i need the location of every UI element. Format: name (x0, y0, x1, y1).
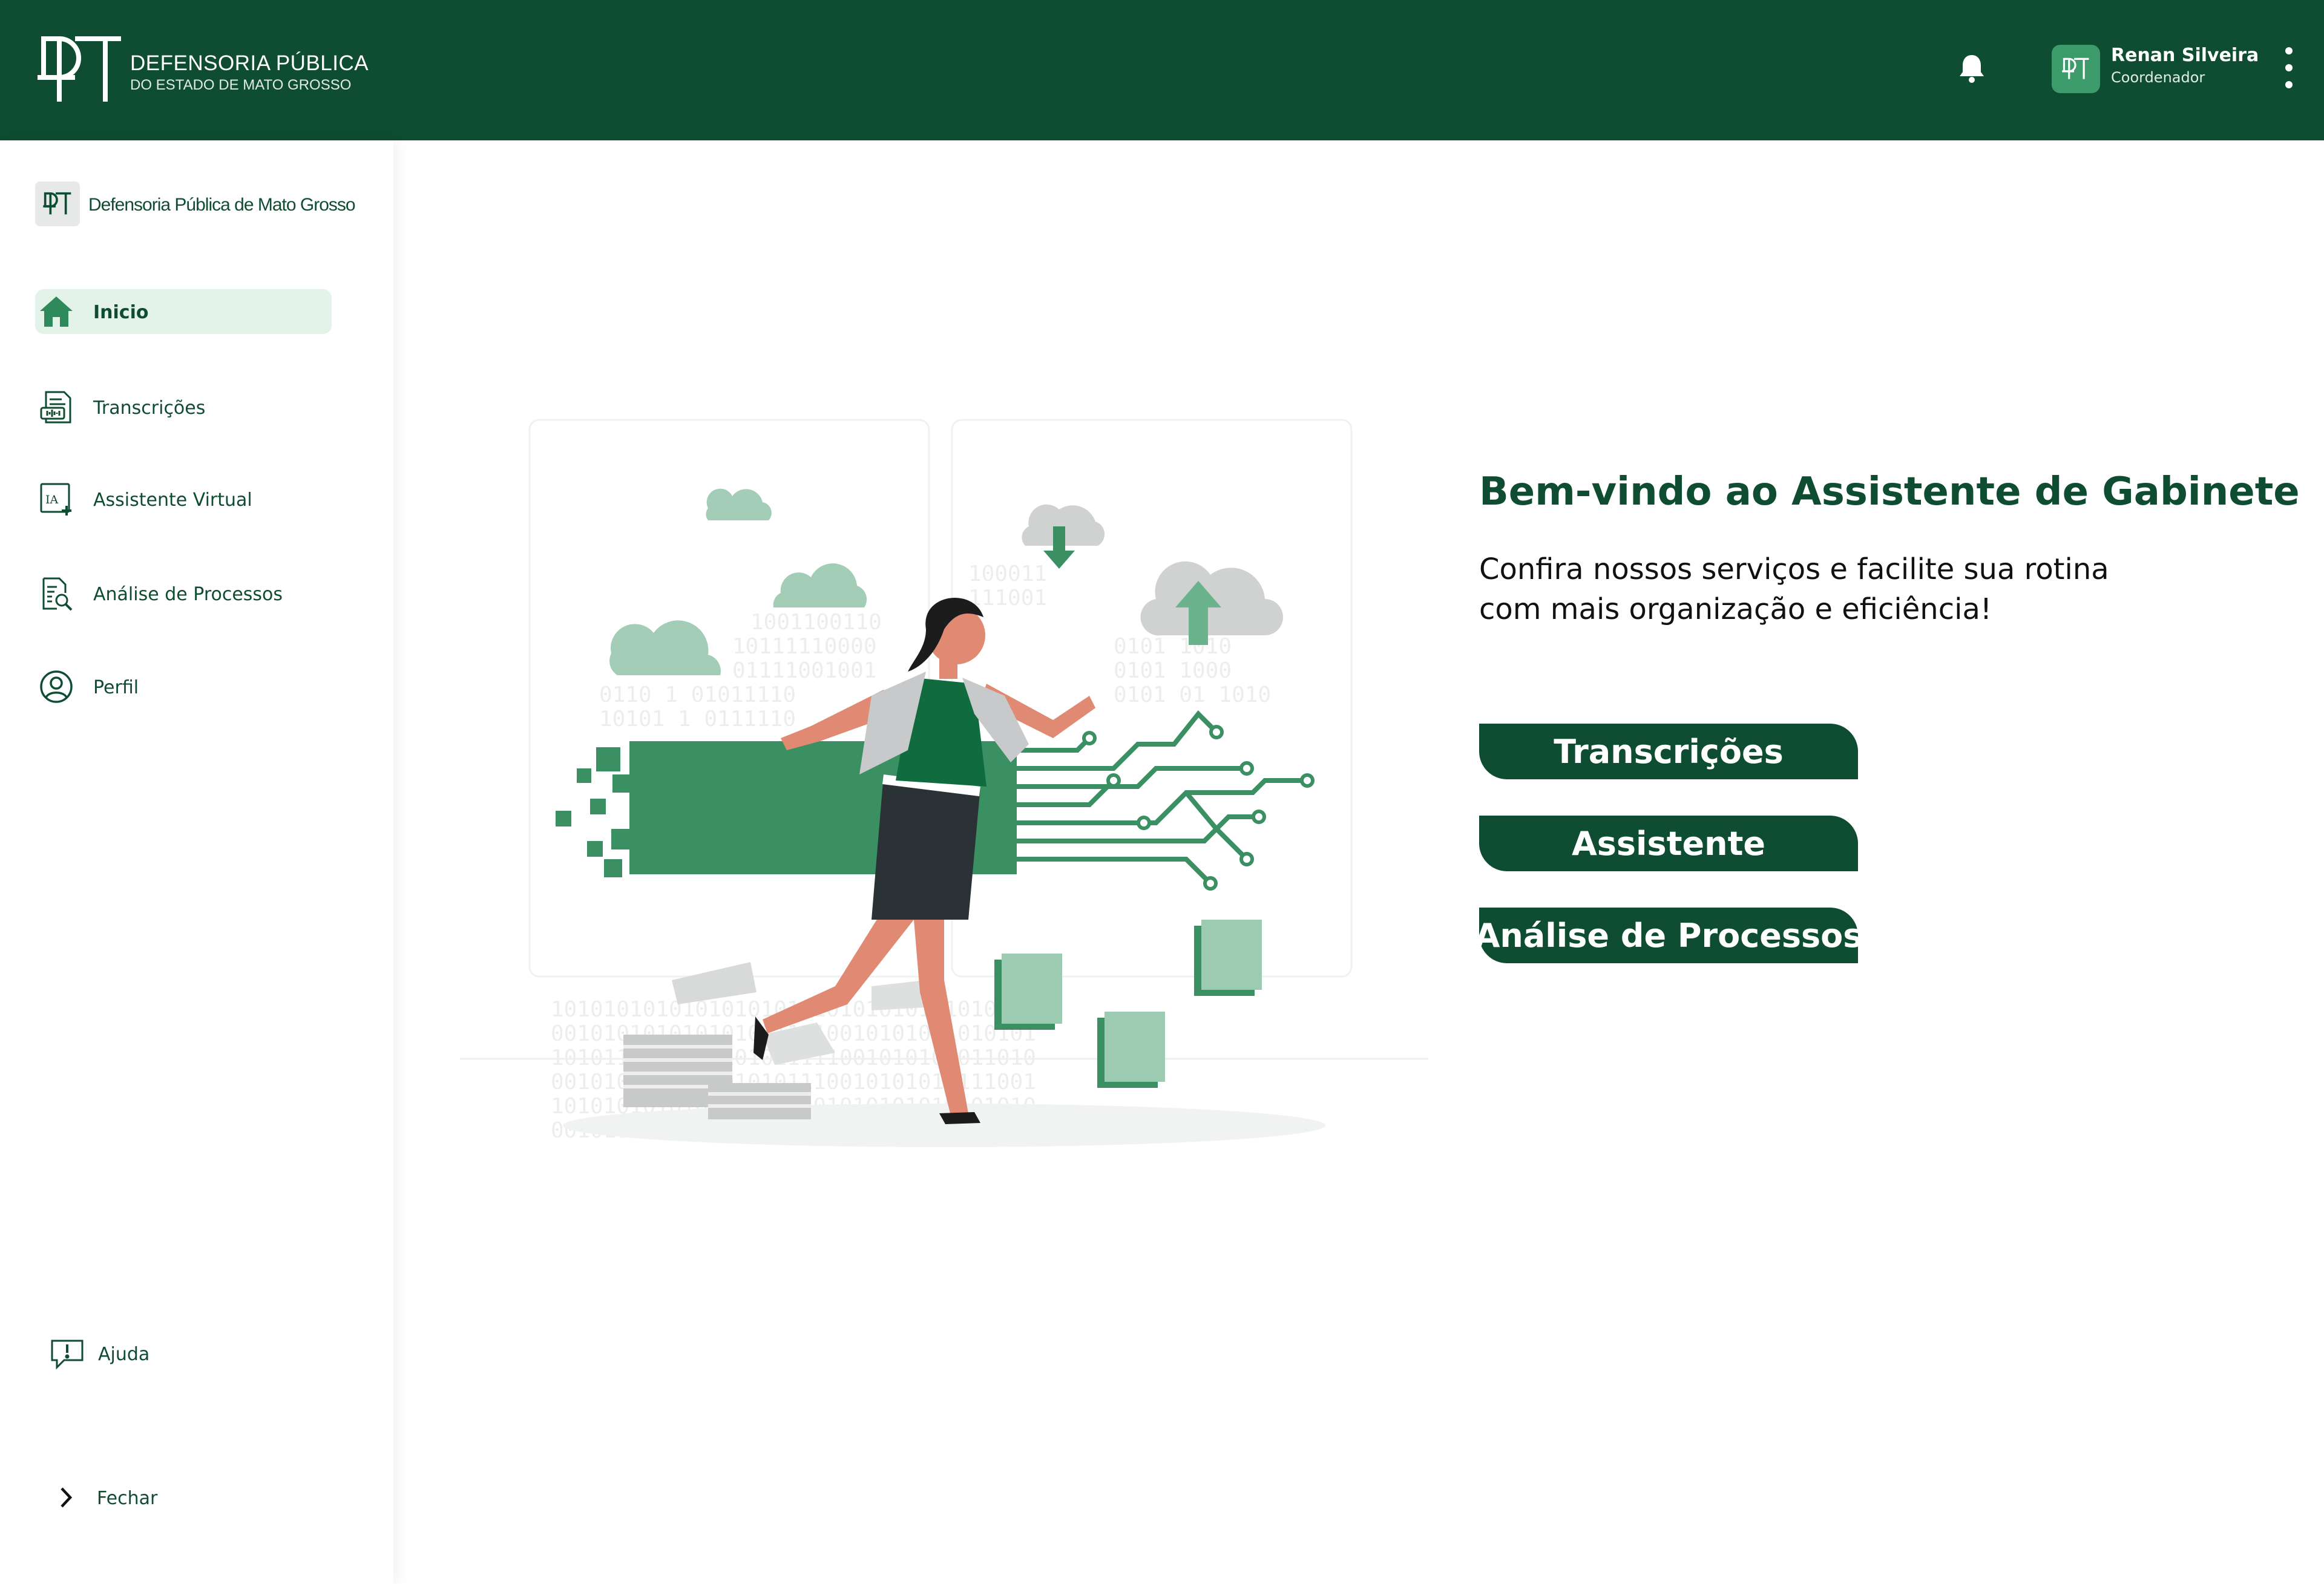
svg-text:01111001001: 01111001001 (732, 658, 876, 683)
sidebar-item-label: Análise de Processos (93, 584, 283, 605)
close-sidebar-button[interactable]: Fechar (50, 1475, 231, 1520)
sidebar-item-perfil[interactable]: Perfil (35, 664, 332, 709)
svg-text:111001: 111001 (968, 586, 1047, 610)
page-title: Bem-vindo ao Assistente de Gabinete (1479, 470, 2300, 514)
svg-text:0101 1000: 0101 1000 (1114, 658, 1232, 683)
sidebar-item-assistente-virtual[interactable]: IA Assistente Virtual (35, 477, 332, 522)
user-name[interactable]: Renan Silveira (2111, 45, 2259, 66)
svg-text:IA: IA (45, 493, 59, 506)
page-subtitle: Confira nossos serviços e facilite sua r… (1479, 552, 2109, 626)
bell-icon[interactable] (1958, 53, 1985, 86)
svg-text:0101 01 1010: 0101 01 1010 (1114, 682, 1271, 707)
brand-subtitle: DO ESTADO DE MATO GROSSO (130, 77, 352, 93)
help-label: Ajuda (98, 1344, 150, 1365)
dp-logo-icon (2062, 57, 2089, 79)
svg-text:100011: 100011 (968, 561, 1047, 586)
brand-title: DEFENSORIA PÚBLICA (130, 51, 369, 75)
sidebar-item-label: Perfil (93, 677, 139, 698)
dp-logo-icon (38, 36, 121, 102)
org-name: Defensoria Pública de Mato Grosso (88, 195, 356, 215)
sidebar-item-label: Assistente Virtual (93, 489, 252, 511)
transcription-icon (39, 390, 74, 425)
sidebar-item-inicio[interactable]: Inicio (35, 289, 332, 334)
help-button[interactable]: Ajuda (50, 1331, 231, 1376)
close-label: Fechar (97, 1488, 158, 1509)
help-chat-icon (50, 1336, 85, 1371)
dp-logo-icon (43, 192, 71, 215)
transcricoes-button[interactable]: Transcrições (1479, 724, 1858, 779)
svg-text:10101 1 0111110: 10101 1 0111110 (599, 707, 796, 731)
ground-shadow (563, 1104, 1325, 1147)
hero-illustration: 1010101010101010101010101010101010101 00… (460, 419, 1428, 1147)
cloud-download-icon (1022, 504, 1105, 569)
sidebar-item-label: Transcrições (93, 398, 206, 419)
cloud-upload-icon (1140, 561, 1283, 645)
svg-text:10111110000: 10111110000 (732, 634, 876, 659)
analise-processos-button[interactable]: Análise de Processos (1475, 908, 1862, 963)
user-circle-icon (39, 669, 74, 704)
org-logo (35, 182, 80, 226)
top-header: DEFENSORIA PÚBLICA DO ESTADO DE MATO GRO… (0, 0, 2324, 140)
avatar[interactable] (2052, 45, 2100, 93)
sidebar-item-analise-processos[interactable]: Análise de Processos (35, 571, 332, 616)
document-search-icon (39, 576, 74, 611)
sidebar-item-label: Inicio (93, 302, 149, 323)
user-role: Coordenador (2111, 69, 2205, 86)
svg-text:0110 1 01011110: 0110 1 01011110 (599, 682, 796, 707)
assistente-button[interactable]: Assistente (1479, 816, 1858, 871)
kebab-menu-icon[interactable] (2283, 47, 2295, 92)
ai-assistant-icon: IA (39, 482, 74, 517)
circuit-lines (993, 710, 1307, 885)
home-icon (39, 294, 74, 329)
sidebar: Defensoria Pública de Mato Grosso Inicio… (0, 140, 393, 1584)
sidebar-item-transcricoes[interactable]: Transcrições (35, 385, 332, 430)
svg-text:0101 1010: 0101 1010 (1114, 634, 1232, 659)
chevron-right-icon (50, 1480, 85, 1515)
svg-text:1001100110: 1001100110 (750, 610, 882, 635)
